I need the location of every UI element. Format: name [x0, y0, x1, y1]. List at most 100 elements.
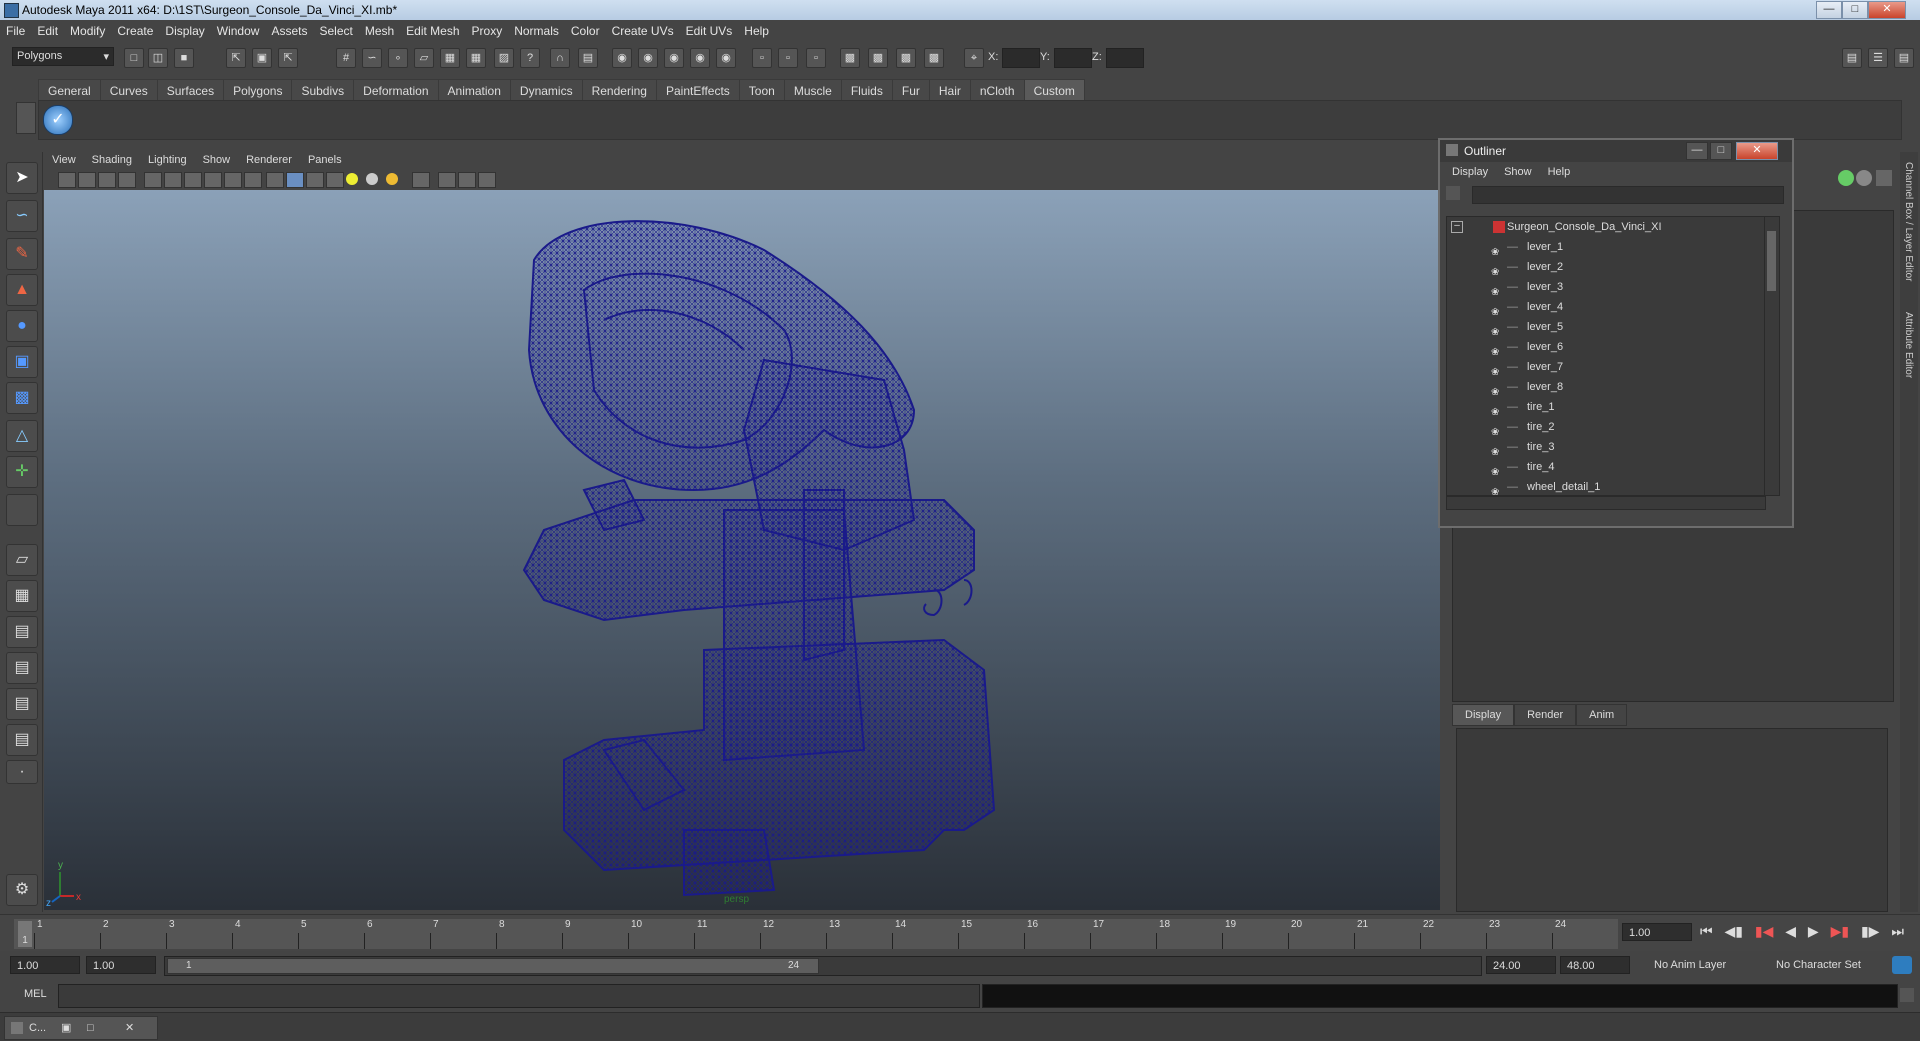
panel-menu-view[interactable]: View [44, 152, 84, 168]
wire-on-shaded-icon[interactable] [306, 172, 324, 188]
select-component-icon[interactable]: ⇱ [278, 48, 298, 68]
scale-tool-icon[interactable]: ▣ [6, 346, 38, 378]
step-back-key-icon[interactable]: ▮◀ [1755, 923, 1773, 939]
image-plane-icon[interactable] [118, 172, 136, 188]
surgeon-console-wireframe[interactable] [522, 220, 996, 897]
filter-icon[interactable] [1446, 186, 1460, 200]
current-time-field[interactable]: 1.00 [1622, 923, 1692, 941]
safe-action-icon[interactable] [244, 172, 262, 188]
panel-menu-shading[interactable]: Shading [84, 152, 140, 168]
xray-joints-icon[interactable] [458, 172, 476, 188]
menu-modify[interactable]: Modify [64, 20, 111, 38]
ipr-render-icon[interactable]: ◉ [638, 48, 658, 68]
channel-box-side-tab[interactable]: Channel Box / Layer Editor [1903, 162, 1914, 282]
snap-point-icon[interactable]: ∘ [388, 48, 408, 68]
render-sequence-icon[interactable]: ▩ [868, 48, 888, 68]
menu-create[interactable]: Create [111, 20, 159, 38]
film-gate-icon[interactable] [164, 172, 182, 188]
time-slider-track[interactable]: 1 2 3 4 5 6 7 8 9 10 11 12 13 14 15 16 17 18 19 20 21 22 23 24 1 [14, 919, 1618, 949]
hypershade-icon[interactable]: ◉ [690, 48, 710, 68]
outliner-item-lever-6[interactable]: ❀ — lever_6 [1447, 337, 1765, 358]
transform-field-icon[interactable]: ⌖ [964, 48, 984, 68]
gate-mask-icon[interactable] [204, 172, 222, 188]
input-icon[interactable]: ▤ [578, 48, 598, 68]
graph-layout-icon[interactable]: ▤ [6, 652, 38, 684]
auto-key-icon[interactable] [1892, 956, 1912, 974]
help-icon[interactable]: ? [520, 48, 540, 68]
menu-edit[interactable]: Edit [31, 20, 64, 38]
toggle-channel-icon[interactable]: ▫ [806, 48, 826, 68]
isolate-select-icon[interactable] [412, 172, 430, 188]
outliner-item-lever-5[interactable]: ❀ — lever_5 [1447, 317, 1765, 338]
minimize-button[interactable]: — [1816, 1, 1842, 19]
render-frame-icon[interactable]: ◉ [612, 48, 632, 68]
four-pane-layout-icon[interactable]: ▦ [6, 580, 38, 612]
render-batch-icon[interactable]: ▩ [896, 48, 916, 68]
command-input[interactable] [58, 984, 980, 1008]
play-forward-icon[interactable]: ▶ [1808, 923, 1819, 939]
menu-color[interactable]: Color [565, 20, 606, 38]
grid-icon[interactable] [144, 172, 162, 188]
outliner-item-lever-4[interactable]: ❀ — lever_4 [1447, 297, 1765, 318]
maximize-icon[interactable]: □ [87, 1017, 94, 1039]
snap-grid2-icon[interactable]: ▦ [466, 48, 486, 68]
render-settings-icon[interactable]: ◉ [664, 48, 684, 68]
textured-icon[interactable] [326, 172, 344, 188]
perspective-viewport[interactable]: persp y x z [44, 190, 1440, 910]
menu-normals[interactable]: Normals [508, 20, 565, 38]
animation-start-field[interactable]: 1.00 [10, 956, 80, 974]
outliner-horizontal-scrollbar[interactable] [1446, 496, 1766, 510]
checkmark-icon[interactable]: ✓ [43, 105, 73, 135]
tab-display[interactable]: Display [1452, 704, 1515, 726]
smooth-shade-icon[interactable] [286, 172, 304, 188]
soft-mod-icon[interactable]: △ [6, 420, 38, 452]
outliner-menu-show[interactable]: Show [1496, 164, 1540, 180]
tab-render[interactable]: Render [1514, 704, 1577, 726]
single-pane-layout-icon[interactable]: ▱ [6, 544, 38, 576]
wireframe-icon[interactable] [266, 172, 284, 188]
step-back-icon[interactable]: ◀▮ [1725, 923, 1743, 939]
panel-menu-renderer[interactable]: Renderer [238, 152, 300, 168]
step-forward-icon[interactable]: ▮▶ [1861, 923, 1879, 939]
channel-icon[interactable] [1838, 170, 1854, 186]
shadows-icon[interactable] [386, 173, 398, 185]
panel-menu-panels[interactable]: Panels [300, 152, 350, 168]
menu-create-uvs[interactable]: Create UVs [606, 20, 680, 38]
attribute-editor-side-tab[interactable]: Attribute Editor [1903, 312, 1914, 378]
last-tool-icon[interactable] [6, 494, 38, 526]
menu-set-dropdown[interactable]: Polygons ▾ [12, 47, 114, 66]
camera-icon[interactable] [58, 172, 76, 188]
menu-edit-uvs[interactable]: Edit UVs [680, 20, 739, 38]
playback-end-field[interactable]: 24.00 [1486, 956, 1556, 974]
outliner-item-wheel-detail-1[interactable]: ❀ — wheel_detail_1 [1447, 477, 1765, 495]
layer-icon[interactable] [1856, 170, 1872, 186]
panel-menu-lighting[interactable]: Lighting [140, 152, 195, 168]
close-button[interactable]: ✕ [1868, 1, 1906, 19]
outliner-menu-display[interactable]: Display [1444, 164, 1496, 180]
menu-help[interactable]: Help [738, 20, 775, 38]
toggle-layout-icon[interactable]: ▫ [778, 48, 798, 68]
toggle-panel-icon[interactable]: ▫ [752, 48, 772, 68]
menu-select[interactable]: Select [313, 20, 358, 38]
hypergraph-layout-icon[interactable]: ▤ [6, 688, 38, 720]
outliner-layout-icon[interactable]: ▤ [6, 616, 38, 648]
close-icon[interactable]: ✕ [125, 1017, 134, 1039]
rotate-tool-icon[interactable]: ● [6, 310, 38, 342]
outliner-vertical-scrollbar[interactable] [1764, 216, 1780, 496]
outliner-item-tire-4[interactable]: ❀ — tire_4 [1447, 457, 1765, 478]
outliner-close-button[interactable]: ✕ [1736, 142, 1778, 160]
current-frame-marker[interactable]: 1 [18, 921, 32, 947]
collapse-icon[interactable]: – [1451, 221, 1463, 233]
resolution-gate-icon[interactable] [184, 172, 202, 188]
save-scene-icon[interactable]: ■ [174, 48, 194, 68]
snap-plane-icon[interactable]: ▱ [414, 48, 434, 68]
go-to-end-icon[interactable]: ⏭ [1891, 923, 1904, 939]
outliner-root-item[interactable]: – Surgeon_Console_Da_Vinci_XI [1447, 217, 1765, 237]
select-object-icon[interactable]: ▣ [252, 48, 272, 68]
render-options-icon[interactable]: ▩ [924, 48, 944, 68]
field-chart-icon[interactable] [224, 172, 242, 188]
menu-assets[interactable]: Assets [265, 20, 313, 38]
move-tool-icon[interactable]: ▲ [6, 274, 38, 306]
restore-icon[interactable]: ▣ [61, 1017, 71, 1039]
animation-end-field[interactable]: 48.00 [1560, 956, 1630, 974]
